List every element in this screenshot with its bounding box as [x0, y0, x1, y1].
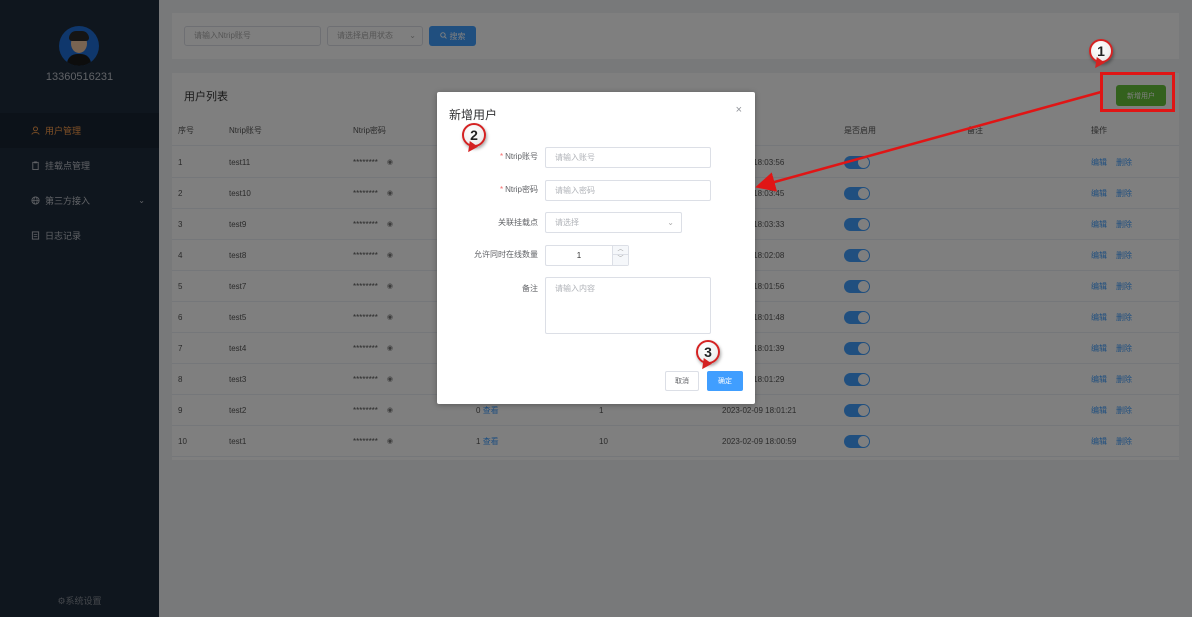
arrow-line — [755, 90, 1102, 192]
step-1-badge: 1 — [1089, 39, 1113, 63]
step-3-badge: 3 — [696, 340, 720, 364]
annotation-arrow — [755, 90, 1102, 192]
step-2-badge: 2 — [462, 123, 486, 147]
